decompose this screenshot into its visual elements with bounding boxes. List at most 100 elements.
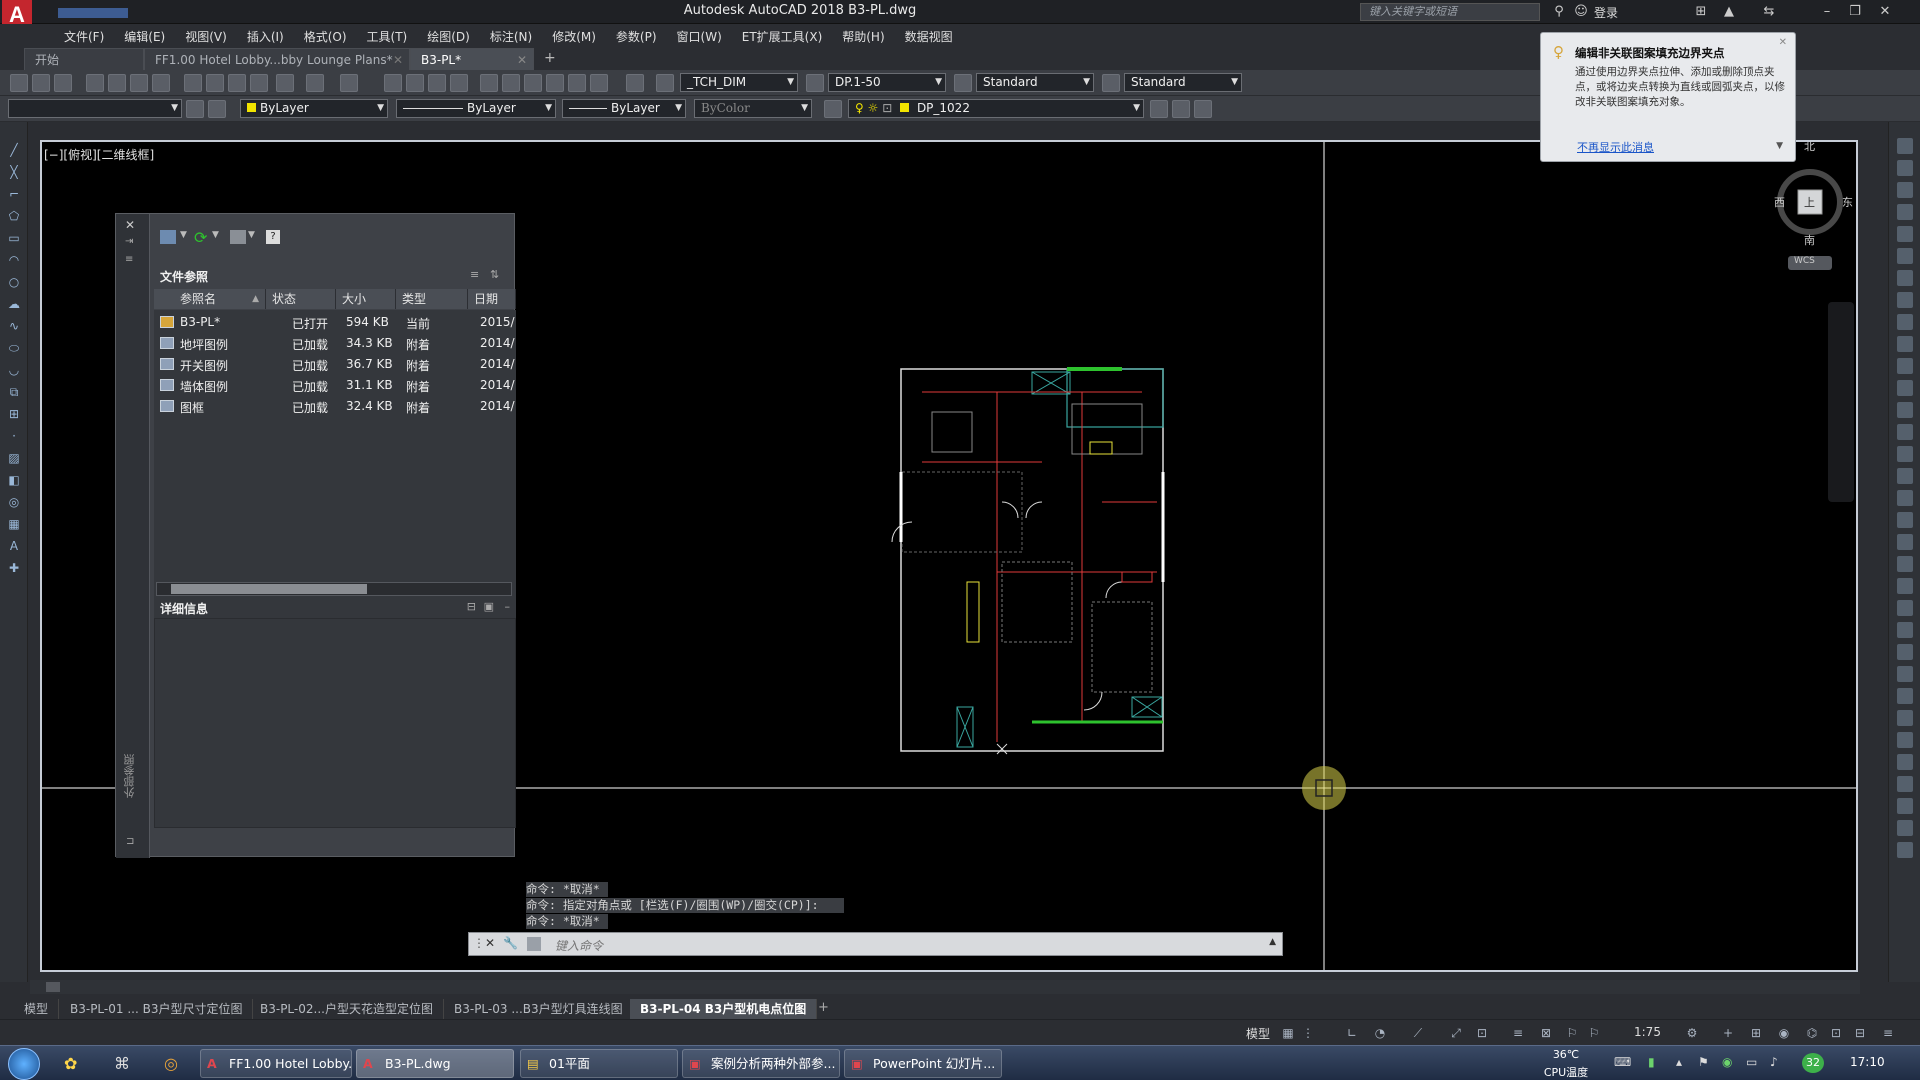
gear-icon[interactable] bbox=[186, 100, 204, 118]
add-layout-plus-icon[interactable]: + bbox=[818, 1000, 829, 1015]
exchange-icon[interactable]: ⇆ bbox=[1760, 3, 1778, 21]
table-row[interactable]: 开关图例 已加载 36.7 KB 附着 2014/ bbox=[158, 354, 516, 375]
text-style-icon[interactable] bbox=[656, 74, 674, 92]
rectangle-icon[interactable]: ▭ bbox=[6, 230, 22, 246]
polar-icon[interactable]: ◔ bbox=[1372, 1025, 1388, 1041]
extend-icon[interactable] bbox=[1897, 358, 1913, 374]
viewport-icon[interactable]: ⊟ bbox=[1852, 1025, 1868, 1041]
cut-icon[interactable] bbox=[184, 74, 202, 92]
make-block-icon[interactable]: ⊞ bbox=[6, 406, 22, 422]
dimension-angular-icon[interactable] bbox=[1897, 556, 1913, 572]
region-icon[interactable]: ◎ bbox=[6, 494, 22, 510]
print-icon[interactable] bbox=[86, 74, 104, 92]
object-snap-icon[interactable]: ⊡ bbox=[1474, 1025, 1490, 1041]
help-icon[interactable]: ? bbox=[266, 230, 280, 244]
chevron-up-icon[interactable]: ▴ bbox=[1676, 1055, 1682, 1069]
annotation-scale[interactable]: 1:75 bbox=[1634, 1025, 1661, 1039]
calculator-icon[interactable] bbox=[590, 74, 608, 92]
tab-model[interactable]: 模型 bbox=[14, 999, 60, 1019]
pan-icon[interactable] bbox=[384, 74, 402, 92]
close-icon[interactable]: ✕ bbox=[517, 49, 527, 71]
collapse-icon[interactable]: – bbox=[505, 600, 511, 613]
layer-previous-icon[interactable] bbox=[1172, 100, 1190, 118]
menu-format[interactable]: 格式(O) bbox=[294, 24, 357, 46]
cart-icon[interactable]: ⊞ bbox=[1692, 3, 1710, 21]
menu-express-tools[interactable]: ET扩展工具(X) bbox=[732, 24, 833, 46]
plot-icon[interactable] bbox=[152, 74, 170, 92]
new-file-icon[interactable] bbox=[10, 74, 28, 92]
grip-handle[interactable]: ⋮ bbox=[473, 936, 485, 950]
table-icon[interactable]: ▦ bbox=[6, 516, 22, 532]
palette-title-strip[interactable]: ✕ ⇥ ≡ 外部参照 ⊐ bbox=[116, 214, 150, 858]
menu-help[interactable]: 帮助(H) bbox=[832, 24, 894, 46]
column-type[interactable]: 类型 bbox=[396, 289, 468, 309]
point-icon[interactable]: · bbox=[6, 428, 22, 444]
minimize-icon[interactable]: – bbox=[1818, 3, 1836, 21]
explode-icon[interactable] bbox=[1897, 468, 1913, 484]
dim-style-select[interactable]: _TCH_DIM ▼ bbox=[680, 73, 798, 92]
ortho-icon[interactable]: ∟ bbox=[1344, 1025, 1360, 1041]
menu-modify[interactable]: 修改(M) bbox=[542, 24, 606, 46]
clock[interactable]: 17:10 bbox=[1850, 1055, 1885, 1069]
volume-icon[interactable]: ♪ bbox=[1770, 1055, 1778, 1069]
scrollbar-thumb[interactable] bbox=[171, 584, 367, 594]
chamfer-icon[interactable] bbox=[1897, 424, 1913, 440]
floor-plan[interactable] bbox=[891, 367, 1165, 755]
login-link[interactable]: 登录 bbox=[1594, 4, 1618, 21]
inspection-icon[interactable] bbox=[1897, 798, 1913, 814]
dim-update-icon[interactable] bbox=[1897, 666, 1913, 682]
dim-break-icon[interactable] bbox=[1897, 776, 1913, 792]
taskbar-item[interactable]: ▣ PowerPoint 幻灯片... bbox=[844, 1049, 1002, 1078]
layer-manager-icon[interactable] bbox=[824, 100, 842, 118]
construction-line-icon[interactable]: ╳ bbox=[6, 164, 22, 180]
dim-space-icon[interactable] bbox=[1897, 754, 1913, 770]
redo-icon[interactable] bbox=[340, 74, 358, 92]
sheet-set-icon[interactable] bbox=[546, 74, 564, 92]
binoculars-icon[interactable]: ⚲ bbox=[1550, 3, 1568, 21]
table-style-icon[interactable] bbox=[954, 74, 972, 92]
recent-commands-icon[interactable] bbox=[527, 937, 541, 951]
properties-icon[interactable] bbox=[480, 74, 498, 92]
notification-badge[interactable]: 32 bbox=[1802, 1053, 1824, 1073]
plot-style-select[interactable]: ByColor ▼ bbox=[694, 99, 812, 118]
details-view-icon[interactable]: ⊟ bbox=[467, 600, 476, 613]
transparency-icon[interactable]: ⊠ bbox=[1538, 1025, 1554, 1041]
line-icon[interactable]: ╱ bbox=[6, 142, 22, 158]
viewcube-top-face[interactable]: 上 bbox=[1804, 194, 1815, 210]
tool-palettes-icon[interactable] bbox=[524, 74, 542, 92]
column-date[interactable]: 日期 bbox=[468, 289, 516, 309]
menu-edit[interactable]: 编辑(E) bbox=[114, 24, 175, 46]
close-icon[interactable]: ✕ bbox=[393, 49, 403, 71]
layer-states-icon[interactable] bbox=[1194, 100, 1212, 118]
viewport-controls[interactable]: [−][俯视][二维线框] bbox=[44, 146, 154, 163]
dimension-radius-icon[interactable] bbox=[1897, 534, 1913, 550]
offset-icon[interactable] bbox=[1897, 204, 1913, 220]
isodraft-icon[interactable]: ⟋ bbox=[1410, 1025, 1426, 1041]
block-editor-icon[interactable] bbox=[276, 74, 294, 92]
attach-dwg-icon[interactable] bbox=[160, 230, 176, 244]
mtext-icon[interactable]: A bbox=[6, 538, 22, 554]
chrome-icon[interactable]: ◎ bbox=[164, 1054, 178, 1073]
ellipse-icon[interactable]: ⬭ bbox=[6, 340, 22, 356]
network-icon[interactable]: ▭ bbox=[1746, 1055, 1757, 1069]
rotate-icon[interactable] bbox=[1897, 270, 1913, 286]
menu-tools[interactable]: 工具(T) bbox=[357, 24, 418, 46]
spline-icon[interactable]: ∿ bbox=[6, 318, 22, 334]
ordinate-icon[interactable] bbox=[1897, 842, 1913, 858]
tab-layout-03[interactable]: B3-PL-03 ...B3户型灯具连线图 bbox=[444, 999, 634, 1019]
tab-layout-01[interactable]: B3-PL-01 ... B3户型尺寸定位图 bbox=[60, 999, 254, 1019]
autodesk-icon[interactable]: ▲ bbox=[1720, 3, 1738, 21]
restore-icon[interactable]: ❐ bbox=[1846, 3, 1864, 21]
chevron-down-icon[interactable]: ▼ bbox=[248, 230, 255, 240]
close-icon[interactable]: ✕ bbox=[1779, 37, 1787, 48]
start-button-icon[interactable] bbox=[8, 1048, 40, 1080]
autohide-icon[interactable]: ⇥ bbox=[125, 236, 133, 247]
revcloud-icon[interactable]: ☁ bbox=[6, 296, 22, 312]
canvas-horizontal-scrollbar[interactable] bbox=[30, 980, 1860, 994]
hatch-icon[interactable]: ▨ bbox=[6, 450, 22, 466]
arc-icon[interactable]: ◠ bbox=[6, 252, 22, 268]
tab-start[interactable]: 开始 bbox=[24, 48, 144, 70]
linetype-select[interactable]: ByLayer ▼ bbox=[396, 99, 556, 118]
copy-icon[interactable] bbox=[206, 74, 224, 92]
list-view-icon[interactable]: ≡ bbox=[470, 268, 479, 281]
